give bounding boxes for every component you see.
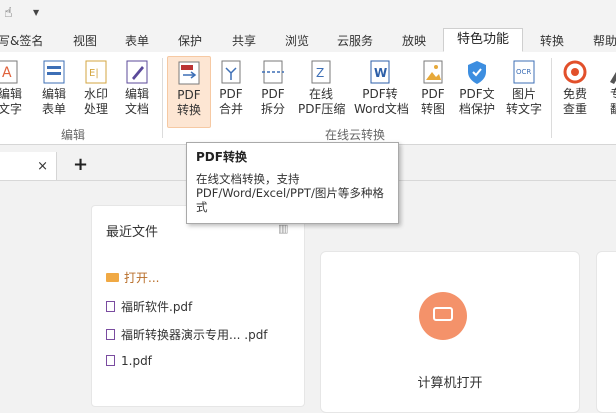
edit-form-icon <box>43 60 65 84</box>
word-icon: W <box>370 60 390 84</box>
tooltip: PDF转换 在线文档转换，支持PDF/Word/Excel/PPT/图片等多种格… <box>186 142 399 224</box>
close-icon[interactable]: × <box>37 159 48 174</box>
recent-file-item[interactable]: 福昕转换器演示专用... .pdf <box>106 326 268 343</box>
edit-document-icon <box>126 60 148 84</box>
group-separator <box>162 58 163 138</box>
edit-form-button[interactable]: 编辑 表单 <box>34 58 74 117</box>
pdf-convert-button[interactable]: PDF 转换 <box>167 56 211 128</box>
free-check-button[interactable]: 免费 查重 <box>555 58 595 117</box>
recent-file-item[interactable]: 1.pdf <box>106 354 152 368</box>
tab-convert[interactable]: 转换 <box>540 32 564 49</box>
pdf-merge-button[interactable]: PDF 合并 <box>211 58 251 117</box>
edit-document-button[interactable]: 编辑 文档 <box>117 58 157 117</box>
professional-button[interactable]: 专 翻 <box>596 58 616 117</box>
hand-pointer-icon[interactable]: ☝ <box>4 5 13 21</box>
ribbon-tabs: 写&签名 视图 表单 保护 共享 浏览 云服务 放映 特色功能 转换 帮助 <box>0 28 616 53</box>
add-tab-icon[interactable]: + <box>73 154 88 175</box>
ocr-icon: OCR <box>513 60 535 84</box>
pdf-split-button[interactable]: PDF 拆分 <box>253 58 293 117</box>
svg-text:Z: Z <box>316 66 324 80</box>
tooltip-description: 在线文档转换，支持PDF/Word/Excel/PPT/图片等多种格式 <box>196 172 384 214</box>
tab-browse[interactable]: 浏览 <box>285 32 309 49</box>
tab-form[interactable]: 表单 <box>125 32 149 49</box>
edit-text-icon: A <box>0 60 18 84</box>
open-file-link[interactable]: 打开... <box>106 269 159 286</box>
edit-text-button[interactable]: A 编辑 文字 <box>0 58 30 117</box>
tab-cloud[interactable]: 云服务 <box>337 32 373 49</box>
pdf-merge-icon <box>221 60 241 84</box>
secondary-card[interactable] <box>596 251 616 413</box>
open-from-computer-card[interactable]: 计算机打开 <box>320 251 580 413</box>
tab-slideshow[interactable]: 放映 <box>402 32 426 49</box>
group-separator <box>551 58 552 138</box>
computer-icon <box>419 292 467 340</box>
pdf-file-icon <box>106 329 115 340</box>
quick-access-bar: ☝ ▼ <box>0 0 616 28</box>
tab-view[interactable]: 视图 <box>73 32 97 49</box>
tooltip-title: PDF转换 <box>196 150 247 164</box>
recent-files-panel: 最近文件 ▥ 打开... 福昕软件.pdf 福昕转换器演示专用... .pdf … <box>91 205 305 407</box>
pdf-file-icon <box>106 301 115 312</box>
group-online-convert-label: 在线云转换 <box>325 128 386 142</box>
ribbon-panel: A 编辑 文字 编辑 表单 E| 水印 处理 编辑 文档 编辑 PDF 转换 P… <box>0 52 616 145</box>
card-caption: 计算机打开 <box>417 376 483 391</box>
pdf-to-image-button[interactable]: PDF 转图 <box>413 58 453 117</box>
folder-icon <box>106 273 119 282</box>
pen-icon <box>610 72 616 84</box>
recent-files-title: 最近文件 <box>106 225 159 240</box>
pdf-convert-icon <box>178 61 200 85</box>
dropdown-arrow-icon[interactable]: ▼ <box>33 8 39 17</box>
shield-icon <box>468 61 486 84</box>
tab-protect[interactable]: 保护 <box>178 32 202 49</box>
compress-icon: Z <box>311 60 331 84</box>
recent-file-item[interactable]: 福昕软件.pdf <box>106 298 192 315</box>
group-edit-label: 编辑 <box>61 128 86 142</box>
document-tab[interactable]: × <box>0 152 57 180</box>
image-icon <box>423 60 443 84</box>
svg-text:OCR: OCR <box>516 68 531 76</box>
pdf-to-word-button[interactable]: W PDF转 Word文档 <box>354 58 409 117</box>
tab-featured[interactable]: 特色功能 <box>443 28 524 52</box>
pdf-file-icon <box>106 355 115 366</box>
watermark-button[interactable]: E| 水印 处理 <box>76 58 116 117</box>
svg-text:E|: E| <box>89 68 99 79</box>
watermark-icon: E| <box>85 60 107 84</box>
pdf-protect-button[interactable]: PDF文 档保护 <box>456 58 498 117</box>
svg-text:W: W <box>374 66 387 80</box>
image-to-text-button[interactable]: OCR 图片 转文字 <box>503 58 545 117</box>
svg-text:A: A <box>2 65 12 81</box>
online-compress-button[interactable]: Z 在线 PDF压缩 <box>298 58 345 117</box>
tab-help[interactable]: 帮助 <box>593 32 616 49</box>
check-ring-icon <box>563 60 587 84</box>
tab-share[interactable]: 共享 <box>232 32 256 49</box>
tab-sign[interactable]: 写&签名 <box>0 32 43 49</box>
pdf-split-icon <box>262 60 284 84</box>
